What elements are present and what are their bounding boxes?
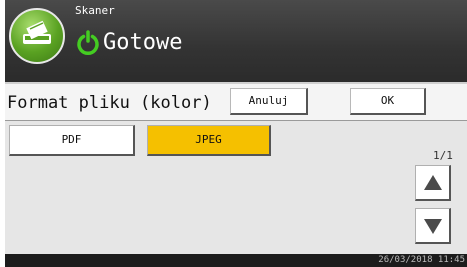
scroll-down-button[interactable] — [415, 208, 451, 244]
header-bar: Skaner Gotowe — [5, 0, 467, 82]
arrow-down-icon — [424, 219, 442, 234]
scanner-panel: Skaner Gotowe Format pliku (kolor) Anulu… — [5, 0, 467, 267]
arrow-up-icon — [424, 175, 442, 190]
status-footer: 26/03/2018 11:45 — [5, 254, 467, 267]
page-indicator: 1/1 — [433, 149, 453, 162]
power-ready-icon — [75, 30, 101, 56]
options-area: PDF JPEG 1/1 — [5, 121, 467, 254]
page-title: Format pliku (kolor) — [7, 93, 212, 113]
scanner-icon[interactable] — [9, 8, 65, 64]
ok-button[interactable]: OK — [350, 88, 426, 115]
scroll-up-button[interactable] — [415, 165, 451, 201]
app-name: Skaner — [75, 4, 115, 17]
cancel-button[interactable]: Anuluj — [230, 88, 308, 115]
option-pdf[interactable]: PDF — [9, 125, 135, 156]
status-text: Gotowe — [103, 30, 183, 55]
datetime-display: 26/03/2018 11:45 — [378, 255, 465, 265]
option-jpeg[interactable]: JPEG — [147, 125, 271, 156]
